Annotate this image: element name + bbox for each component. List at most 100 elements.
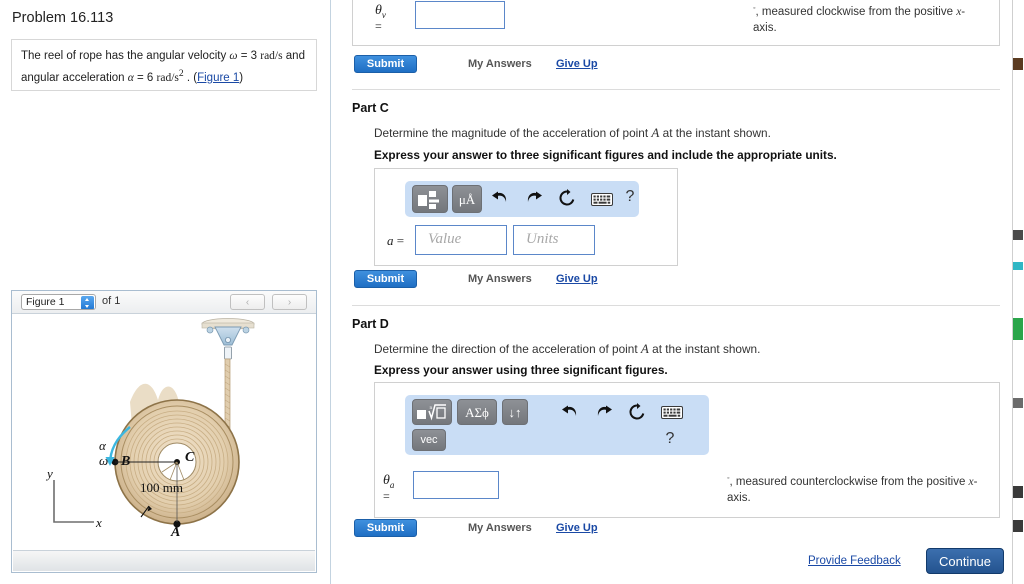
edge-fragment-7 (1013, 520, 1023, 532)
edge-fragment-4 (1013, 318, 1023, 340)
part-d-question-text: Determine the direction of the accelerat… (374, 342, 641, 356)
edge-fragment-2 (1013, 230, 1023, 240)
units-icon[interactable]: μÅ (452, 185, 482, 213)
help-icon[interactable]: ? (663, 430, 677, 448)
part-c-heading: Part C (352, 101, 389, 115)
arrows-icon[interactable]: ↓↑ (502, 399, 528, 425)
part-c-units-placeholder: Units (526, 231, 559, 247)
omega-value: = 3 (237, 50, 261, 62)
figure-next-button[interactable]: › (272, 294, 307, 310)
keyboard-icon[interactable] (661, 406, 683, 419)
part-d-heading: Part D (352, 317, 389, 331)
stepper-icon[interactable] (81, 296, 94, 309)
label-omega: ω (99, 453, 109, 468)
label-alpha: α (99, 438, 106, 453)
label-point-b: B (121, 454, 131, 469)
statement-part-4: ) (239, 71, 244, 84)
problem-sidebar: Problem 16.113 The reel of rope has the … (0, 0, 331, 584)
answer-content: θv = ◦, measured clockwise from the posi… (332, 0, 1012, 584)
part-d-theta-label: θa (383, 473, 394, 490)
part-c-toolbar: μÅ ? (405, 181, 639, 217)
help-icon[interactable]: ? (623, 188, 637, 206)
label-radius: 100 mm (140, 480, 183, 495)
edge-fragment-6 (1013, 486, 1023, 498)
figure-panel: Figure 1 of 1 ‹ › α ω B C A 100 mm y x (11, 290, 317, 573)
part-c-value-input[interactable]: Value (415, 225, 507, 255)
part-c-submit-button[interactable]: Submit (354, 270, 417, 288)
label-point-c: C (185, 450, 195, 465)
part-d-submit-button[interactable]: Submit (354, 519, 417, 537)
part-c-units-input[interactable]: Units (513, 225, 595, 255)
reel-diagram-svg (53, 318, 255, 528)
part-d-note-text: , measured counterclockwise from the pos… (729, 475, 969, 488)
greek-icon[interactable]: ΑΣϕ (457, 399, 497, 425)
mastering-physics-page: Problem 16.113 The reel of rope has the … (0, 0, 1024, 584)
edge-fragment-1 (1013, 58, 1023, 70)
redo-icon[interactable] (595, 401, 617, 420)
reset-icon[interactable] (628, 400, 650, 421)
partb-theta-symbol: θ (375, 3, 382, 18)
part-c-answer-box: μÅ ? a = Value Units (374, 168, 678, 266)
alpha-value: = 6 (133, 71, 157, 84)
figure-select-value: Figure 1 (26, 296, 65, 308)
part-c-question: Determine the magnitude of the accelerat… (374, 125, 771, 141)
part-d-my-answers-link[interactable]: My Answers (468, 522, 532, 534)
undo-icon[interactable] (491, 188, 513, 206)
edge-fragment-3 (1013, 262, 1023, 270)
part-d-theta-input[interactable] (413, 471, 499, 499)
part-d-toolbar: n ΑΣϕ ↓↑ vec ? (405, 395, 709, 455)
part-d-answer-box: n ΑΣϕ ↓↑ vec ? θa = ◦, measured counterc… (374, 382, 1000, 518)
omega-unit: rad/s (260, 50, 283, 62)
statement-part-3: . ( (183, 71, 198, 84)
figure-1-link[interactable]: Figure 1 (197, 72, 239, 84)
partb-equals: = (375, 19, 382, 33)
part-c-instruction: Express your answer to three significant… (374, 148, 837, 162)
reset-icon[interactable] (558, 187, 580, 207)
template-icon[interactable] (412, 185, 448, 213)
partb-submit-button[interactable]: Submit (354, 55, 417, 73)
partb-theta-label: θv (375, 3, 386, 20)
svg-text:n: n (430, 405, 433, 411)
part-c-equals: = (396, 233, 405, 248)
part-c-var: a (387, 233, 394, 248)
part-c-my-answers-link[interactable]: My Answers (468, 273, 532, 285)
part-c-value-placeholder: Value (428, 231, 462, 247)
root-template-icon[interactable]: n (412, 399, 452, 425)
redo-icon[interactable] (525, 188, 547, 206)
figure-toolbar: Figure 1 of 1 ‹ › (12, 291, 316, 314)
part-d-give-up-link[interactable]: Give Up (556, 522, 598, 534)
part-d-theta-subscript: a (389, 479, 395, 490)
keyboard-icon[interactable] (591, 193, 613, 206)
partb-note-text: , measured clockwise from the positive (755, 5, 957, 18)
part-d-question-end: at the instant shown. (648, 342, 761, 356)
vec-icon[interactable]: vec (412, 429, 446, 451)
part-c-question-end: at the instant shown. (659, 126, 771, 140)
provide-feedback-link[interactable]: Provide Feedback (808, 555, 901, 567)
figure-count-label: of 1 (102, 295, 121, 307)
divider-part-c (352, 89, 1000, 90)
figure-select[interactable]: Figure 1 (21, 294, 96, 310)
continue-button[interactable]: Continue (926, 548, 1004, 574)
part-d-note: ◦, measured counterclockwise from the po… (727, 471, 995, 506)
divider-part-d (352, 305, 1000, 306)
partb-theta-subscript: v (381, 9, 386, 20)
alpha-unit: rad/s (156, 71, 179, 84)
part-d-instruction: Express your answer using three signific… (374, 363, 668, 377)
label-point-a: A (171, 525, 181, 540)
partb-give-up-link[interactable]: Give Up (556, 58, 598, 70)
partb-note: ◦, measured clockwise from the positive … (753, 1, 983, 36)
label-axis-x: x (96, 515, 102, 530)
partb-answer-box: θv = ◦, measured clockwise from the posi… (352, 0, 1000, 46)
part-d-question-var: A (640, 341, 649, 356)
statement-part-1: The reel of rope has the angular velocit… (21, 50, 230, 62)
part-c-give-up-link[interactable]: Give Up (556, 273, 598, 285)
omega-symbol: ω (229, 50, 238, 62)
edge-fragment-5 (1013, 398, 1023, 408)
part-d-theta-symbol: θ (383, 473, 390, 488)
figure-prev-button[interactable]: ‹ (230, 294, 265, 310)
part-c-question-text: Determine the magnitude of the accelerat… (374, 126, 652, 140)
figure-image: α ω B C A 100 mm y x (12, 314, 316, 552)
undo-icon[interactable] (561, 401, 583, 420)
partb-my-answers-link[interactable]: My Answers (468, 58, 532, 70)
partb-theta-input[interactable] (415, 1, 505, 29)
